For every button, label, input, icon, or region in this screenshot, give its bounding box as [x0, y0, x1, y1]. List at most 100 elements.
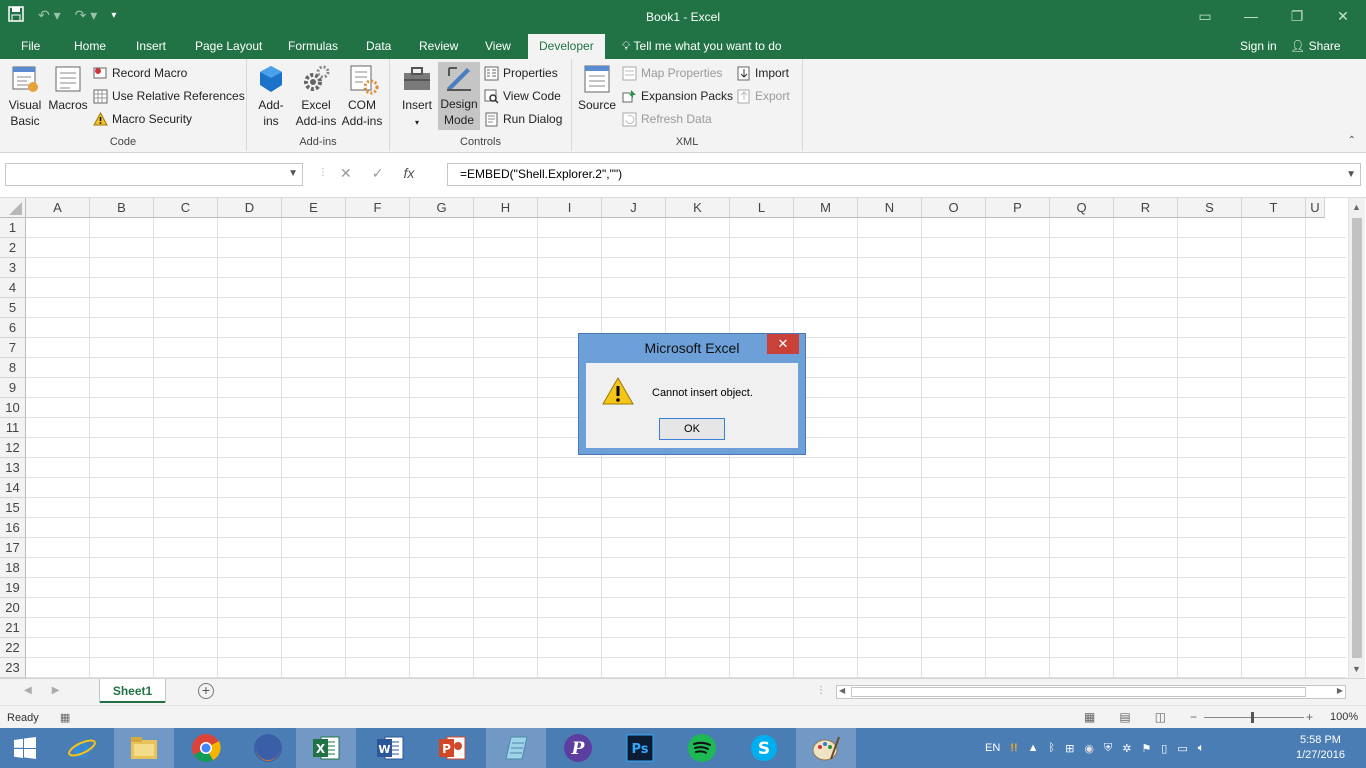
row-header-23[interactable]: 23	[0, 658, 26, 678]
share-button[interactable]: 👤︎ Share	[1290, 34, 1341, 59]
xml-source-button[interactable]: Source	[577, 63, 617, 113]
internet-explorer-icon[interactable]: e	[52, 728, 112, 768]
tab-view[interactable]: View	[485, 34, 511, 59]
row-header-17[interactable]: 17	[0, 538, 26, 558]
column-header-g[interactable]: G	[410, 198, 474, 218]
spotify-icon[interactable]	[672, 728, 732, 768]
com-addins-button[interactable]: COM Add-ins	[340, 63, 386, 129]
formula-bar-grip-icon[interactable]: ⋮	[318, 167, 328, 178]
enter-icon[interactable]: ✓	[372, 165, 384, 182]
column-header-h[interactable]: H	[474, 198, 538, 218]
row-header-11[interactable]: 11	[0, 418, 26, 438]
skype-icon[interactable]: S	[734, 728, 794, 768]
formula-input[interactable]: =EMBED("Shell.Explorer.2","") ▼	[447, 163, 1361, 186]
row-header-7[interactable]: 7	[0, 338, 26, 358]
column-header-n[interactable]: N	[858, 198, 922, 218]
properties-button[interactable]: Properties	[484, 63, 558, 83]
power-icon[interactable]: ▯	[1161, 742, 1167, 755]
row-header-19[interactable]: 19	[0, 578, 26, 598]
scroll-down-icon[interactable]: ▼	[1352, 664, 1361, 674]
row-header-2[interactable]: 2	[0, 238, 26, 258]
import-button[interactable]: Import	[736, 63, 789, 83]
column-header-c[interactable]: C	[154, 198, 218, 218]
horizontal-scroll-thumb[interactable]	[851, 687, 1306, 697]
minimize-icon[interactable]: —	[1228, 0, 1274, 32]
acrobat-icon[interactable]: ◉	[1084, 742, 1094, 755]
macros-button[interactable]: Macros	[46, 63, 90, 113]
network-icon[interactable]: ▭	[1177, 742, 1187, 755]
tab-file[interactable]: File	[21, 34, 40, 59]
zoom-slider-thumb[interactable]	[1251, 712, 1254, 723]
bluetooth-icon[interactable]: ᛒ	[1049, 742, 1056, 754]
prev-sheet-icon[interactable]: ◀	[24, 685, 32, 696]
show-hidden-icons-icon[interactable]: ▲	[1028, 742, 1039, 754]
row-header-1[interactable]: 1	[0, 218, 26, 238]
record-macro-button[interactable]: Record Macro	[93, 63, 187, 83]
cancel-icon[interactable]: ✕	[340, 165, 352, 182]
new-sheet-icon[interactable]: +	[198, 683, 214, 699]
chrome-icon[interactable]	[176, 728, 236, 768]
insert-control-button[interactable]: Insert ▾	[398, 63, 436, 131]
firefox-icon[interactable]	[238, 728, 298, 768]
collapse-ribbon-icon[interactable]: ⌃	[1348, 135, 1356, 146]
chevron-down-icon[interactable]: ▼	[288, 168, 298, 179]
macro-recording-icon[interactable]: ▦	[60, 712, 70, 724]
column-header-a[interactable]: A	[26, 198, 90, 218]
tab-home[interactable]: Home	[74, 34, 106, 59]
excel-icon[interactable]: X	[296, 728, 356, 768]
macro-security-button[interactable]: Macro Security	[93, 109, 192, 129]
column-header-k[interactable]: K	[666, 198, 730, 218]
page-break-view-icon[interactable]: ◫	[1155, 710, 1166, 724]
export-button[interactable]: Export	[736, 86, 790, 106]
scroll-up-icon[interactable]: ▲	[1352, 202, 1361, 212]
row-header-18[interactable]: 18	[0, 558, 26, 578]
peerblock-icon[interactable]: P	[548, 728, 608, 768]
zoom-out-icon[interactable]: −	[1190, 710, 1197, 724]
column-header-i[interactable]: I	[538, 198, 602, 218]
paint-icon[interactable]	[796, 728, 856, 768]
column-header-e[interactable]: E	[282, 198, 346, 218]
column-header-l[interactable]: L	[730, 198, 794, 218]
visual-basic-button[interactable]: Visual Basic	[6, 63, 44, 129]
addins-button[interactable]: Add-ins	[253, 63, 289, 129]
file-explorer-icon[interactable]	[114, 728, 174, 768]
vertical-scrollbar[interactable]: ▲ ▼	[1348, 198, 1365, 678]
windows-start-button[interactable]	[0, 728, 50, 768]
map-properties-button[interactable]: Map Properties	[622, 63, 722, 83]
ok-button[interactable]: OK	[659, 418, 725, 440]
zoom-in-icon[interactable]: +	[1306, 710, 1313, 724]
row-header-10[interactable]: 10	[0, 398, 26, 418]
page-layout-view-icon[interactable]: ▤	[1119, 710, 1130, 724]
row-header-15[interactable]: 15	[0, 498, 26, 518]
tell-me-box[interactable]: 💡︎ Tell me what you want to do	[622, 34, 782, 59]
row-header-14[interactable]: 14	[0, 478, 26, 498]
next-sheet-icon[interactable]: ▶	[52, 685, 60, 696]
notification-app-icon[interactable]: !!	[1010, 742, 1017, 754]
tab-developer[interactable]: Developer	[528, 34, 605, 59]
row-header-22[interactable]: 22	[0, 638, 26, 658]
row-header-3[interactable]: 3	[0, 258, 26, 278]
row-header-16[interactable]: 16	[0, 518, 26, 538]
dialog-close-button[interactable]: ✕	[767, 334, 799, 354]
system-clock[interactable]: 5:58 PM 1/27/2016	[1296, 733, 1345, 763]
input-language[interactable]: EN	[985, 742, 1000, 754]
tab-page-layout[interactable]: Page Layout	[195, 34, 262, 59]
scroll-left-icon[interactable]: ◀	[839, 686, 845, 695]
sheet-tab-sheet1[interactable]: Sheet1	[100, 679, 165, 703]
column-header-d[interactable]: D	[218, 198, 282, 218]
tab-data[interactable]: Data	[366, 34, 391, 59]
column-header-q[interactable]: Q	[1050, 198, 1114, 218]
row-header-5[interactable]: 5	[0, 298, 26, 318]
row-header-6[interactable]: 6	[0, 318, 26, 338]
tab-formulas[interactable]: Formulas	[288, 34, 338, 59]
column-header-p[interactable]: P	[986, 198, 1050, 218]
ribbon-display-options-icon[interactable]: ▭	[1182, 0, 1228, 32]
name-box[interactable]: ▼	[5, 163, 303, 186]
select-all-corner[interactable]	[0, 198, 26, 218]
column-header-r[interactable]: R	[1114, 198, 1178, 218]
relative-references-button[interactable]: Use Relative References	[93, 86, 245, 106]
zoom-slider[interactable]	[1204, 717, 1304, 718]
column-header-m[interactable]: M	[794, 198, 858, 218]
word-icon[interactable]: W	[360, 728, 420, 768]
row-header-13[interactable]: 13	[0, 458, 26, 478]
